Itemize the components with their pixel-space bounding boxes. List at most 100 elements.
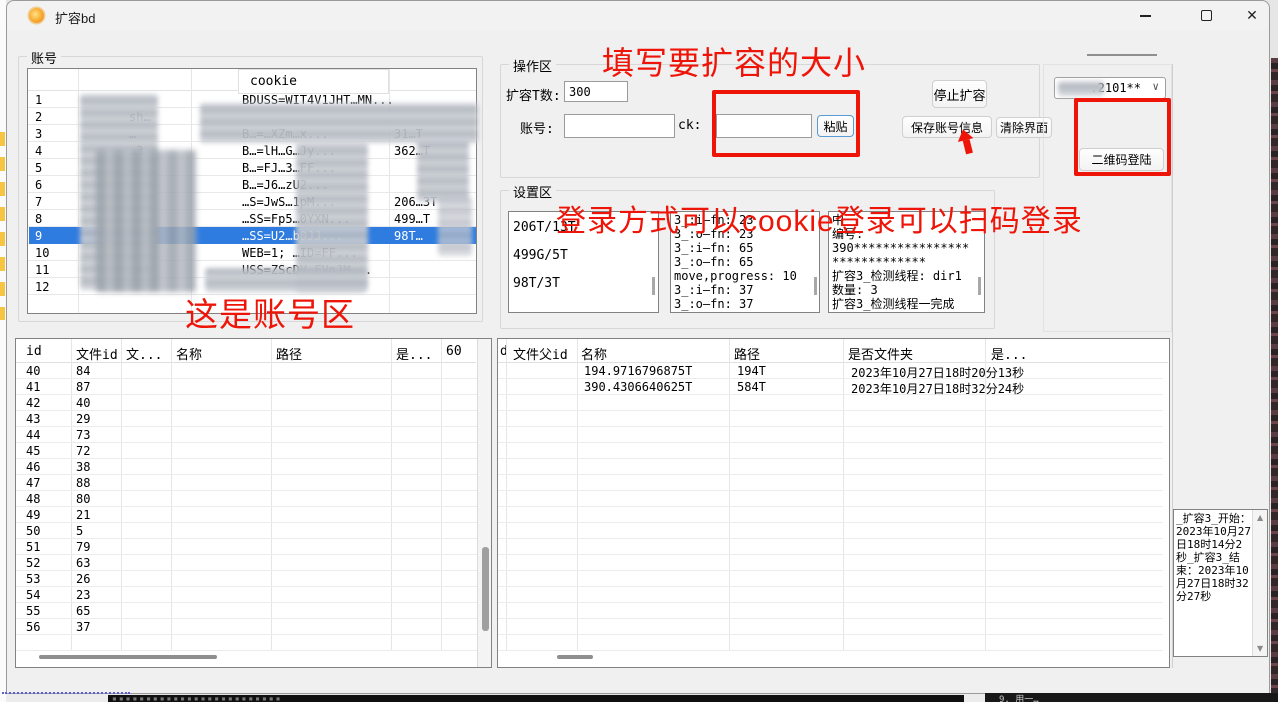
- maximize-icon: [1201, 10, 1212, 21]
- cell-file-id: 63: [76, 556, 90, 570]
- cell-file-id: 38: [76, 460, 90, 474]
- horizontal-scrollbar[interactable]: [39, 655, 217, 659]
- close-button[interactable]: ✕: [1229, 1, 1275, 30]
- window-bottom-edge: [964, 694, 985, 702]
- cell-file-id: 21: [76, 508, 90, 522]
- table-row[interactable]: 4880: [16, 491, 477, 507]
- scroll-down-icon[interactable]: ▼: [1257, 644, 1263, 653]
- column-header: 是...: [991, 344, 1027, 363]
- scroll-up-icon[interactable]: ▲: [1257, 513, 1263, 522]
- background-window-right-edge: [1271, 58, 1278, 702]
- scrollbar-thumb[interactable]: [482, 547, 489, 631]
- table-row[interactable]: 5565: [16, 603, 477, 619]
- account-groupbox-label: 账号: [27, 48, 61, 67]
- table-row[interactable]: 4240: [16, 395, 477, 411]
- chevron-down-icon: ∨: [1152, 80, 1159, 93]
- table-row[interactable]: 52 63: [16, 555, 477, 571]
- table-row[interactable]: 4572: [16, 443, 477, 459]
- cell-row-number: 2: [35, 110, 42, 124]
- save-account-button[interactable]: 保存账号信息: [902, 116, 992, 138]
- background-window-bottom: ▪▪▪▪▪▪▪▪▪▪▪▪▪▪▪▪▪▪▪▪▪▪▪▪▪: [108, 695, 964, 702]
- table-row[interactable]: 4329: [16, 411, 477, 427]
- annotation-login-method: 登录方式可以cookie登录可以扫码登录: [556, 196, 1083, 240]
- cell-name: 194.9716796875T: [584, 364, 692, 378]
- censor-blur: [1058, 81, 1104, 96]
- cell-file-id: 73: [76, 428, 90, 442]
- table-row[interactable]: 5326: [16, 571, 477, 587]
- table-row[interactable]: 4473: [16, 427, 477, 443]
- background-window-yellow-marks: [0, 132, 5, 320]
- cell-id: 43: [26, 412, 40, 426]
- window-bottom-edge: [6, 694, 108, 702]
- background-window-bottom: 9. 用一…: [985, 693, 1278, 702]
- cell-file-id: 37: [76, 620, 90, 634]
- cell-row-number: 8: [35, 212, 42, 226]
- background-window-left-edge: [0, 0, 6, 702]
- table-row[interactable]: 390.4306640625T584T2023年10月27日18时32分24秒: [498, 379, 1163, 395]
- cell-id: 49: [26, 508, 40, 522]
- cell-id: 48: [26, 492, 40, 506]
- cell-id: 54: [26, 588, 40, 602]
- column-header: id: [26, 344, 42, 359]
- table-header-row: d文件父id名称路径是否文件夹是...: [498, 339, 1168, 363]
- file-table-left[interactable]: id文件id文...名称路径是...60 4084418742404329447…: [15, 338, 492, 668]
- cell-id: 55: [26, 604, 40, 618]
- cell-row-number: 12: [35, 280, 49, 294]
- minimize-button[interactable]: [1122, 1, 1168, 30]
- title-bar[interactable]: 扩容bd ✕: [7, 1, 1269, 30]
- cell-id: 52: [26, 556, 40, 570]
- table-row[interactable]: 4788: [16, 475, 477, 491]
- column-header: 文件父id: [513, 344, 568, 363]
- cell-id: 41: [26, 380, 40, 394]
- scrollbar-thumb[interactable]: [978, 277, 981, 295]
- vertical-scrollbar[interactable]: [477, 339, 492, 667]
- expand-log-text: _扩容3_开始：2023年10月27日18时14分2秒_扩容3_结束：2023年…: [1176, 512, 1252, 603]
- annotation-fill-size: 填写要扩容的大小: [602, 38, 866, 84]
- cell-id: 42: [26, 396, 40, 410]
- censor-blur: [200, 103, 478, 143]
- cell-file-id: 79: [76, 540, 90, 554]
- scrollbar-thumb[interactable]: [652, 277, 655, 295]
- qr-login-button[interactable]: 二维码登陆: [1079, 148, 1164, 171]
- table-row[interactable]: 51 79: [16, 539, 477, 555]
- file-table-right[interactable]: d文件父id名称路径是否文件夹是... 194.9716796875T194T2…: [497, 338, 1170, 668]
- cell-id: 46: [26, 460, 40, 474]
- column-header: 是...: [396, 344, 432, 363]
- stop-expand-button[interactable]: 停止扩容: [932, 80, 987, 108]
- expand-log-box[interactable]: _扩容3_开始：2023年10月27日18时14分2秒_扩容3_结束：2023年…: [1173, 509, 1268, 657]
- close-icon: ✕: [1246, 8, 1258, 24]
- account-label: 账号:: [520, 118, 554, 137]
- table-row[interactable]: 5637: [16, 619, 477, 635]
- settings-groupbox-label: 设置区: [509, 182, 556, 201]
- operation-groupbox-label: 操作区: [509, 56, 556, 75]
- cell-id: 47: [26, 476, 40, 490]
- table-header-row: id文件id文...名称路径是...60: [16, 339, 476, 363]
- table-row[interactable]: 54 23: [16, 587, 477, 603]
- cell-row-number: 6: [35, 178, 42, 192]
- background-text-fragment: [2, 690, 130, 694]
- expand-t-input[interactable]: [564, 81, 628, 102]
- cell-folder: 2023年10月27日18时32分24秒: [851, 380, 1024, 397]
- column-header: 60: [446, 344, 462, 359]
- column-header: 路径: [276, 344, 302, 363]
- scrollbar-thumb[interactable]: [814, 277, 817, 295]
- cell-file-id: 23: [76, 588, 90, 602]
- table-row[interactable]: 194.9716796875T194T2023年10月27日18时20分13秒: [498, 363, 1163, 379]
- table-row[interactable]: 46 38: [16, 459, 477, 475]
- vertical-scrollbar[interactable]: ▲ ▼: [1252, 510, 1268, 656]
- cell-row-number: 1: [35, 93, 42, 107]
- table-row[interactable]: 505: [16, 523, 477, 539]
- cell-file-id: 5: [76, 524, 83, 538]
- horizontal-scrollbar[interactable]: [557, 655, 593, 659]
- account-input[interactable]: [564, 114, 675, 138]
- table-row[interactable]: 49 21: [16, 507, 477, 523]
- table-row[interactable]: 4084: [16, 363, 477, 379]
- column-header: 路径: [734, 344, 760, 363]
- cell-id: 51: [26, 540, 40, 554]
- table-rows: 40844187424043294473457246 384788488049 21…: [16, 363, 477, 651]
- cell-size: 98T…: [394, 229, 423, 243]
- cell-file-id: 72: [76, 444, 90, 458]
- maximize-button[interactable]: [1183, 1, 1229, 30]
- cell-row-number: 7: [35, 195, 42, 209]
- table-row[interactable]: 4187: [16, 379, 477, 395]
